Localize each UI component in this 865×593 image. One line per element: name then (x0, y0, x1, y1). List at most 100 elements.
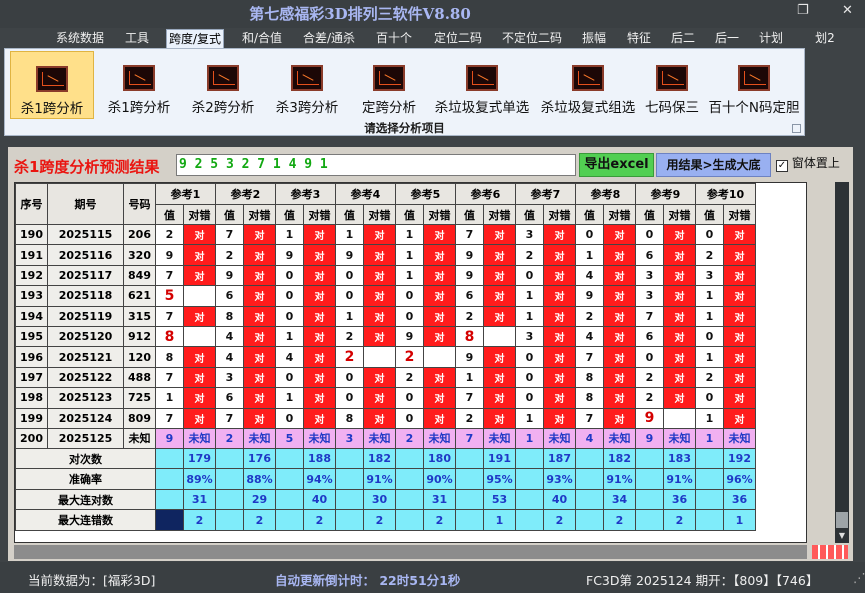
menu-item[interactable]: 和/合值 (238, 29, 286, 48)
menu-item[interactable]: 特征 (624, 29, 654, 48)
menu-item[interactable]: 百十个 (375, 29, 413, 48)
hit-cell: 对 (243, 244, 276, 266)
hit-cell: 对 (303, 264, 336, 287)
generate-base-button[interactable]: 用结果>生成大底 (656, 153, 771, 177)
ribbon-button[interactable]: 杀1跨分析 (99, 51, 179, 119)
result-field[interactable]: 9 2 5 3 2 7 1 4 9 1 (176, 154, 576, 176)
unknown-cell: 未知 (183, 427, 216, 449)
chart-icon (291, 65, 323, 91)
table-row: 194 2025119 315 7 对 8 对 0 对 1 对 0 对 2 对 1 对 2 对 7 对 1 对 (15, 305, 756, 327)
stats-value: 89% (183, 468, 216, 490)
col-header-check: 对错 (723, 204, 756, 225)
ribbon-button-label: 杀2跨分析 (191, 100, 255, 116)
hit-cell: 对 (543, 366, 576, 389)
hit-cell: 对 (723, 387, 756, 409)
ribbon-caption: 请选择分析项目 (364, 121, 445, 135)
ribbon-button[interactable]: 七码保三 (642, 51, 702, 119)
col-header-ref: 参考7 (515, 183, 576, 205)
menu-item[interactable]: 系统数据 (54, 29, 106, 48)
chart-icon (207, 65, 239, 91)
title-bar: 第七感福彩3D排列三软件V8.80 ❐ ✕ (0, 0, 865, 28)
stats-spacer (455, 488, 484, 511)
hit-cell: 对 (723, 264, 756, 287)
topmost-checkbox[interactable]: ✓ 窗体置上 (776, 154, 840, 172)
menu-item[interactable]: 划2 (814, 29, 836, 48)
export-excel-button[interactable]: 导出excel (579, 153, 654, 177)
stats-spacer (275, 468, 304, 490)
col-header-value: 值 (275, 204, 304, 225)
vertical-scrollbar[interactable]: ▼ (835, 182, 849, 543)
menu-item[interactable]: 后二 (668, 29, 698, 48)
checkbox-icon[interactable]: ✓ (776, 160, 788, 172)
ribbon-button[interactable]: 杀3跨分析 (267, 51, 347, 119)
ribbon-expand-icon[interactable] (792, 124, 801, 133)
latest-draw-label: FC3D第 2025124 期开：【809】【746】 (586, 573, 819, 588)
ref-value: 3 (695, 264, 724, 287)
ribbon-button[interactable]: 杀1跨分析 (10, 51, 94, 119)
ribbon-button[interactable]: 定跨分析 (349, 51, 429, 119)
menu-item[interactable]: 计划 (756, 29, 786, 48)
menu-item[interactable]: 定位二码 (432, 29, 484, 48)
ref-value: 4 (575, 325, 604, 348)
hit-cell: 对 (183, 407, 216, 429)
ref-value: 0 (395, 305, 424, 327)
hit-cell: 对 (663, 366, 696, 389)
restore-icon[interactable]: ❐ (797, 3, 809, 18)
col-header-ref: 参考3 (275, 183, 336, 205)
resize-grip-icon[interactable]: ⋰ (853, 570, 865, 585)
stats-spacer (515, 509, 544, 531)
ribbon-button[interactable]: 杀2跨分析 (182, 51, 264, 119)
row-period: 2025116 (47, 244, 124, 266)
ref-value: 1 (275, 387, 304, 409)
stats-spacer (155, 488, 184, 511)
scroll-down-icon[interactable]: ▼ (836, 531, 848, 541)
menu-item[interactable]: 后一 (712, 29, 742, 48)
stats-spacer (155, 509, 184, 531)
menu-item[interactable]: 合差/通杀 (300, 29, 358, 48)
ref-value: 2 (455, 407, 484, 429)
ref-value: 4 (215, 346, 244, 368)
stats-value: 2 (363, 509, 396, 531)
ref-value: 2 (335, 346, 364, 368)
ref-value: 2 (635, 387, 664, 409)
row-period: 2025118 (47, 285, 124, 307)
ribbon-button[interactable]: 百十个N码定胆 (705, 51, 803, 119)
menu-item[interactable]: 振幅 (579, 29, 609, 48)
ribbon-button-label: 杀1跨分析 (107, 100, 171, 116)
menu-item[interactable]: 跨度/复式 (166, 29, 224, 48)
ref-value: 9 (275, 244, 304, 266)
predicted-value: 7 (455, 427, 484, 449)
stats-value: 95% (483, 468, 516, 490)
col-header-seq: 序号 (15, 183, 48, 225)
hit-cell: 对 (303, 346, 336, 368)
horizontal-scrollbar[interactable] (14, 545, 807, 559)
chart-icon (466, 65, 498, 91)
menu-item[interactable]: 工具 (122, 29, 152, 48)
hit-cell: 对 (363, 366, 396, 389)
col-header-value: 值 (575, 204, 604, 225)
hit-cell: 对 (483, 285, 516, 307)
stats-label: 最大连对数 (15, 488, 156, 511)
table-row: 198 2025123 725 1 对 6 对 1 对 0 对 0 对 7 对 0 对 8 对 2 对 0 对 (15, 387, 756, 409)
row-seq: 196 (15, 346, 48, 368)
ribbon-button[interactable]: 杀垃圾复式组选 (538, 51, 638, 119)
col-header-check: 对错 (363, 204, 396, 225)
stats-value: 192 (723, 447, 756, 470)
stats-value: 180 (423, 447, 456, 470)
stats-value: 30 (363, 488, 396, 511)
col-header-value: 值 (515, 204, 544, 225)
hit-cell: 对 (303, 325, 336, 348)
close-icon[interactable]: ✕ (842, 3, 853, 18)
chart-icon (738, 65, 770, 91)
menu-item[interactable]: 不定位二码 (500, 29, 564, 48)
stats-row: 准确率 89% 88% 94% 91% 90% 95% 93% 91% 91% 96% (15, 468, 756, 490)
hit-cell: 对 (243, 325, 276, 348)
ref-value: 1 (515, 285, 544, 307)
hit-cell: 对 (603, 366, 636, 389)
stats-value: 40 (303, 488, 336, 511)
scrollbar-thumb[interactable] (836, 512, 848, 528)
ribbon-button[interactable]: 杀垃圾复式单选 (432, 51, 532, 119)
hit-cell: 对 (663, 305, 696, 327)
stats-value: 40 (543, 488, 576, 511)
stats-value: 2 (603, 509, 636, 531)
